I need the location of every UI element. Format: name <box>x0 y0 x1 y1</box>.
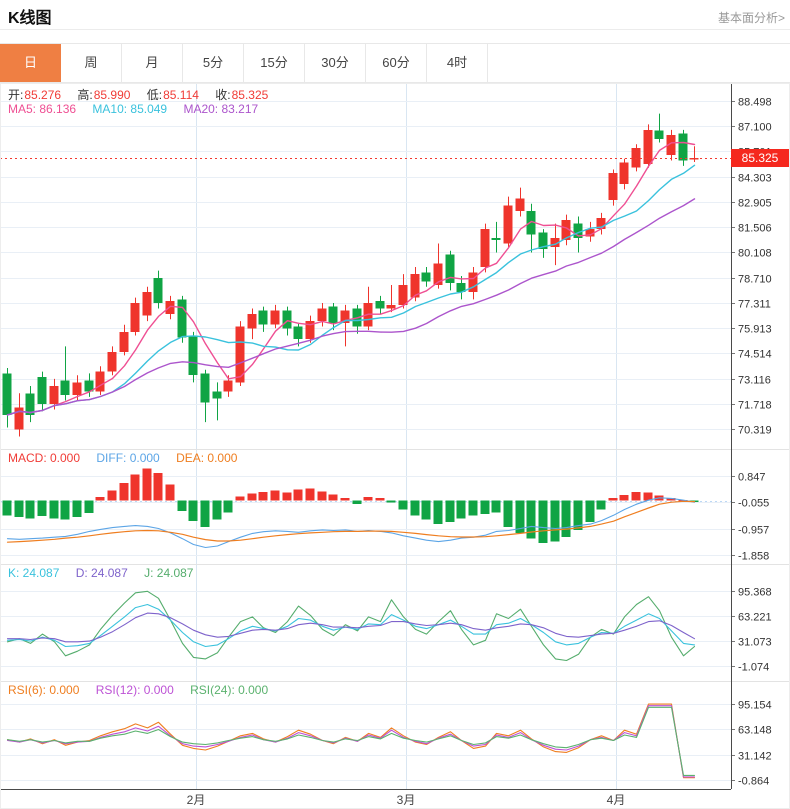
ma-row: MA5: 86.136 MA10: 85.049 MA20: 83.217 <box>8 102 271 116</box>
d-value: D: 24.087 <box>76 566 128 580</box>
svg-text:0.847: 0.847 <box>738 472 766 484</box>
period-tab-5[interactable]: 15分 <box>244 44 305 82</box>
svg-text:80.108: 80.108 <box>738 248 772 260</box>
svg-text:4月: 4月 <box>607 793 626 807</box>
svg-text:74.514: 74.514 <box>738 349 772 361</box>
svg-text:-1.074: -1.074 <box>738 662 769 674</box>
ma5-value: MA5: 86.136 <box>8 102 76 116</box>
svg-text:84.303: 84.303 <box>738 173 772 185</box>
svg-text:77.311: 77.311 <box>738 299 771 311</box>
k-value: K: 24.087 <box>8 566 59 580</box>
rsi6-value: RSI(6): 0.000 <box>8 683 79 697</box>
svg-text:88.498: 88.498 <box>738 97 772 109</box>
j-value: J: 24.087 <box>144 566 193 580</box>
ma10-value: MA10: 85.049 <box>92 102 167 116</box>
svg-text:78.710: 78.710 <box>738 274 772 286</box>
svg-text:63.148: 63.148 <box>738 725 772 737</box>
svg-text:81.506: 81.506 <box>738 223 772 235</box>
last-price-badge: 85.325 <box>731 149 789 167</box>
page-title: K线图 <box>8 4 52 28</box>
svg-text:-0.864: -0.864 <box>738 776 769 788</box>
diff-value: DIFF: 0.000 <box>96 451 159 465</box>
svg-text:-1.858: -1.858 <box>738 551 769 563</box>
period-tab-6[interactable]: 30分 <box>305 44 366 82</box>
rsi12-value: RSI(12): 0.000 <box>96 683 174 697</box>
svg-text:63.221: 63.221 <box>738 612 772 624</box>
svg-text:73.116: 73.116 <box>738 375 771 387</box>
high-label: 高: <box>77 88 92 102</box>
fundamental-analysis-link[interactable]: 基本面分析> <box>718 9 785 26</box>
high-value: 85.990 <box>94 88 131 102</box>
macd-header-row: MACD: 0.000 DIFF: 0.000 DEA: 0.000 <box>8 451 250 465</box>
period-tab-2[interactable]: 周 <box>61 44 122 82</box>
svg-text:-0.055: -0.055 <box>738 498 769 510</box>
low-label: 低: <box>147 88 162 102</box>
period-tabs: 日周月5分15分30分60分4时 <box>0 43 790 83</box>
dea-value: DEA: 0.000 <box>176 451 237 465</box>
svg-text:3月: 3月 <box>397 793 416 807</box>
period-tab-1[interactable]: 日 <box>0 44 61 82</box>
svg-text:95.368: 95.368 <box>738 587 772 599</box>
svg-text:31.073: 31.073 <box>738 637 772 649</box>
period-tab-8[interactable]: 4时 <box>427 44 488 82</box>
period-tab-4[interactable]: 5分 <box>183 44 244 82</box>
svg-text:87.100: 87.100 <box>738 122 772 134</box>
page-header: K线图 基本面分析> <box>0 0 790 30</box>
rsi-header-row: RSI(6): 0.000 RSI(12): 0.000 RSI(24): 0.… <box>8 683 281 697</box>
low-value: 85.114 <box>163 88 199 102</box>
period-tab-7[interactable]: 60分 <box>366 44 427 82</box>
open-value: 85.276 <box>24 88 61 102</box>
svg-text:95.154: 95.154 <box>738 700 772 712</box>
svg-text:82.905: 82.905 <box>738 198 772 210</box>
ohlc-row: 开:85.276 高:85.990 低:85.114 收:85.325 <box>8 86 281 103</box>
kline-chart-canvas[interactable]: 88.49887.10085.70184.30382.90581.50680.1… <box>0 83 790 809</box>
svg-text:31.142: 31.142 <box>738 751 772 763</box>
macd-value: MACD: 0.000 <box>8 451 80 465</box>
svg-text:75.913: 75.913 <box>738 324 772 336</box>
close-value: 85.325 <box>232 88 269 102</box>
svg-text:71.718: 71.718 <box>738 400 772 412</box>
svg-text:2月: 2月 <box>187 793 206 807</box>
close-label: 收: <box>215 88 230 102</box>
ma20-value: MA20: 83.217 <box>183 102 258 116</box>
svg-text:70.319: 70.319 <box>738 425 772 437</box>
rsi24-value: RSI(24): 0.000 <box>190 683 268 697</box>
period-tab-3[interactable]: 月 <box>122 44 183 82</box>
svg-text:-0.957: -0.957 <box>738 525 769 537</box>
kline-chart: 88.49887.10085.70184.30382.90581.50680.1… <box>0 83 790 809</box>
open-label: 开: <box>8 88 23 102</box>
kdj-header-row: K: 24.087 D: 24.087 J: 24.087 <box>8 566 206 580</box>
